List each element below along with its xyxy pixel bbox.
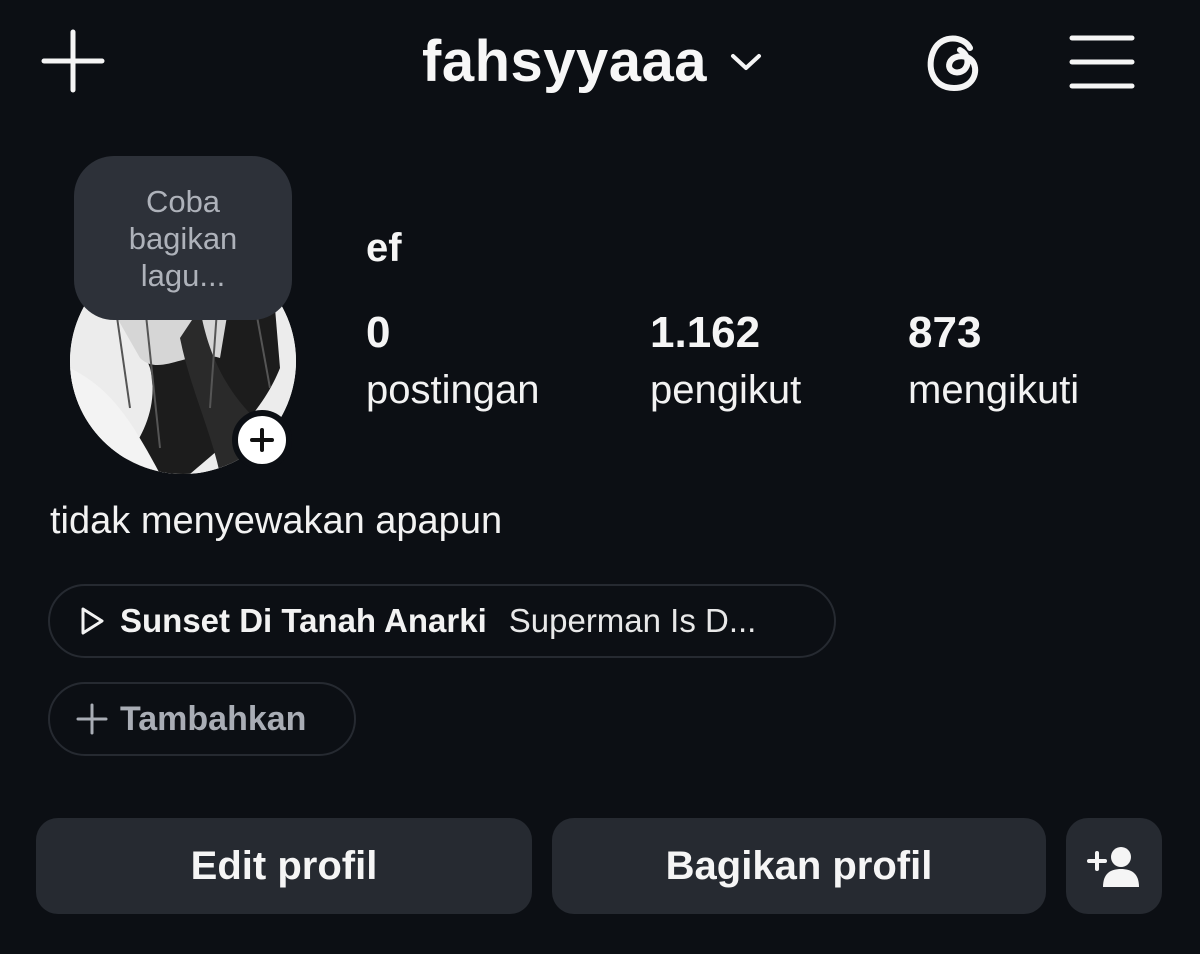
stat-posts[interactable]: 0 postingan xyxy=(366,306,539,420)
plus-icon xyxy=(250,428,274,452)
note-text: Coba bagikan lagu... xyxy=(128,183,238,293)
add-link-button[interactable]: Tambahkan xyxy=(48,682,356,756)
play-icon xyxy=(81,607,104,635)
song-title: Sunset Di Tanah Anarki xyxy=(120,602,487,639)
note-bubble[interactable]: Coba bagikan lagu... xyxy=(74,156,292,320)
create-button[interactable] xyxy=(38,26,108,96)
chevron-down-icon xyxy=(731,54,762,70)
bio: tidak menyewakan apapun xyxy=(50,500,503,542)
add-person-icon xyxy=(1087,847,1139,887)
following-count: 873 xyxy=(908,308,982,357)
account-switcher[interactable]: fahsyyaaa xyxy=(422,22,763,102)
followers-label: pengikut xyxy=(650,368,802,412)
edit-profile-label: Edit profil xyxy=(190,843,378,888)
username: fahsyyaaa xyxy=(422,29,708,94)
following-label: mengikuti xyxy=(908,368,1080,412)
display-name: ef xyxy=(366,226,402,270)
stat-followers[interactable]: 1.162 pengikut xyxy=(650,306,801,420)
edit-profile-button[interactable]: Edit profil xyxy=(36,818,532,914)
menu-button[interactable] xyxy=(1068,30,1136,94)
threads-icon xyxy=(927,35,979,91)
threads-button[interactable] xyxy=(920,28,988,96)
stat-following[interactable]: 873 mengikuti xyxy=(908,306,1079,420)
followers-count: 1.162 xyxy=(650,308,761,357)
posts-label: postingan xyxy=(366,368,540,412)
share-profile-label: Bagikan profil xyxy=(665,843,933,888)
menu-icon xyxy=(1069,35,1135,89)
song-artist: Superman Is D... xyxy=(508,602,757,639)
share-profile-button[interactable]: Bagikan profil xyxy=(552,818,1046,914)
music-pill[interactable]: Sunset Di Tanah Anarki Superman Is D... xyxy=(48,584,836,658)
plus-icon xyxy=(76,703,108,735)
add-story-button[interactable] xyxy=(232,410,292,470)
add-link-label: Tambahkan xyxy=(120,699,307,738)
plus-icon xyxy=(41,29,105,93)
discover-people-button[interactable] xyxy=(1066,818,1162,914)
posts-count: 0 xyxy=(366,308,391,357)
